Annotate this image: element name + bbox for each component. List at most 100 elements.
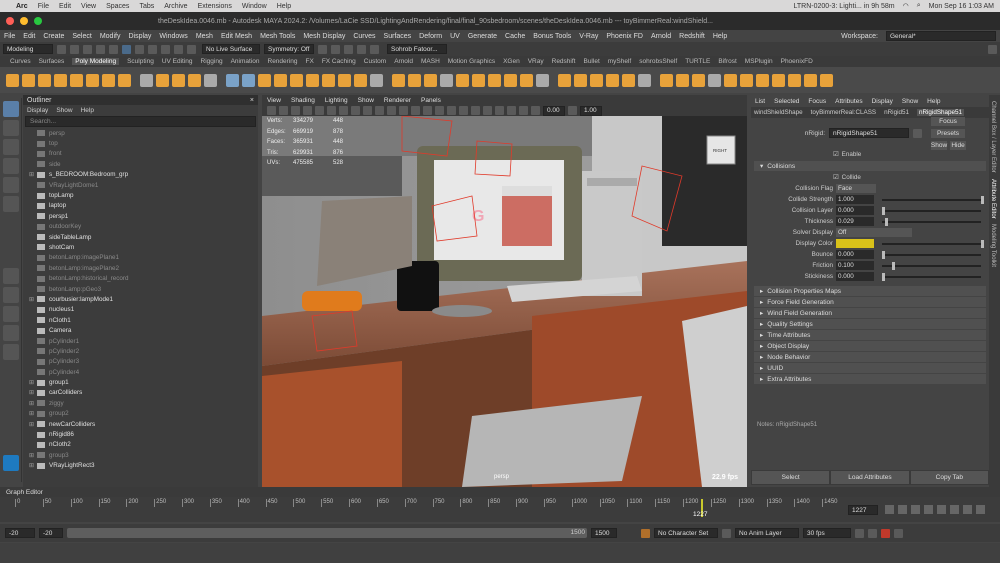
vp-menu-shading[interactable]: Shading [291, 97, 315, 104]
presets-button[interactable]: Presets [931, 128, 965, 138]
ae-menu-help[interactable]: Help [927, 98, 940, 105]
vp-menu-show[interactable]: Show [358, 97, 374, 104]
minimize-window-icon[interactable] [20, 17, 28, 25]
field-chart-icon[interactable] [363, 106, 372, 115]
xray-joints-icon[interactable] [507, 106, 516, 115]
ae-field-value[interactable]: 0.029 [836, 217, 874, 226]
outliner-item[interactable]: Camera [23, 325, 258, 335]
motion-blur-icon[interactable] [459, 106, 468, 115]
mac-menu-edit[interactable]: Edit [59, 3, 71, 10]
menu-vray[interactable]: V-Ray [579, 33, 598, 40]
ae-menu-display[interactable]: Display [872, 98, 893, 105]
menu-mesh[interactable]: Mesh [196, 33, 213, 40]
shelf-tool-icon[interactable] [6, 73, 19, 87]
sound-icon[interactable] [868, 528, 877, 538]
shelf-tab-msplugin[interactable]: MSPlugin [745, 58, 773, 65]
search-icon[interactable]: ⌕ [917, 2, 921, 10]
menu-mesh-display[interactable]: Mesh Display [303, 33, 345, 40]
shelf-tool-icon[interactable] [676, 73, 689, 87]
ambient-occlusion-icon[interactable] [447, 106, 456, 115]
outliner-search-input[interactable]: Search... [25, 116, 256, 127]
shelf-tool-icon[interactable] [408, 73, 421, 87]
move-tool-icon[interactable] [3, 158, 19, 174]
loop-icon[interactable] [855, 528, 864, 538]
shelf-tool-icon[interactable] [804, 73, 817, 87]
ae-tab-nrigid51[interactable]: nRigid51 [884, 109, 909, 116]
shelf-tool-icon[interactable] [226, 73, 239, 87]
shelf-tool-icon[interactable] [590, 73, 603, 87]
render-frame-icon[interactable] [331, 44, 340, 54]
select-tool-icon[interactable] [3, 101, 19, 117]
shelf-tool-icon[interactable] [172, 73, 185, 87]
outliner-menu-display[interactable]: Display [27, 107, 48, 114]
outliner-item[interactable]: betonLamp:imagePlane2 [23, 263, 258, 273]
shelf-tool-icon[interactable] [290, 73, 303, 87]
outliner-item[interactable]: topLamp [23, 190, 258, 200]
shelf-tool-icon[interactable] [488, 73, 501, 87]
menu-windows[interactable]: Windows [159, 33, 187, 40]
hypershade-icon[interactable] [370, 44, 379, 54]
expand-icon[interactable]: ⊞ [29, 462, 37, 469]
isolate-select-icon[interactable] [483, 106, 492, 115]
ae-field-value[interactable]: 1.000 [836, 195, 874, 204]
slider-knob[interactable] [981, 239, 984, 248]
shelf-tool-icon[interactable] [606, 73, 619, 87]
outliner-item[interactable]: outdoorKey [23, 222, 258, 232]
new-scene-icon[interactable] [57, 44, 66, 54]
rotate-tool-icon[interactable] [3, 177, 19, 193]
shelf-tab-mash[interactable]: MASH [421, 58, 440, 65]
ae-field-value[interactable]: Off [836, 228, 912, 237]
shelf-tool-icon[interactable] [70, 73, 83, 87]
ae-section[interactable]: ▸ Quality Settings [754, 319, 986, 329]
range-bar[interactable]: 1500 [67, 528, 587, 538]
safe-action-icon[interactable] [375, 106, 384, 115]
shelf-tool-icon[interactable] [440, 73, 453, 87]
show-button[interactable]: Show [931, 140, 947, 150]
shelf-tab-arnold[interactable]: Arnold [394, 58, 413, 65]
ae-field-slider[interactable] [882, 261, 981, 270]
shelf-tool-icon[interactable] [38, 73, 51, 87]
hide-button[interactable]: Hide [950, 140, 966, 150]
character-set-icon[interactable] [641, 528, 650, 538]
ae-section[interactable]: ▸ Wind Field Generation [754, 308, 986, 318]
slider-knob[interactable] [882, 206, 885, 215]
shelf-tab-turtle[interactable]: TURTLE [685, 58, 710, 65]
snap-point-icon[interactable] [161, 44, 170, 54]
close-icon[interactable]: × [250, 97, 254, 104]
time-slider[interactable]: 0 50 100 150 200 250 300 350 400 450 500 550 600 650 7… [0, 497, 1000, 522]
four-pane-icon[interactable] [3, 287, 19, 303]
ae-menu-attributes[interactable]: Attributes [835, 98, 862, 105]
shelf-tab-uv-editing[interactable]: UV Editing [162, 58, 193, 65]
shelf-tab-bullet[interactable]: Bullet [583, 58, 599, 65]
workspace-select[interactable]: General* [886, 31, 996, 41]
menu-help[interactable]: Help [713, 33, 727, 40]
outliner-item[interactable]: pCylinder3 [23, 357, 258, 367]
node-name-field[interactable]: nRigidShape51 [829, 128, 909, 138]
shelf-tab-custom[interactable]: Custom [364, 58, 386, 65]
close-window-icon[interactable] [6, 17, 14, 25]
film-gate-icon[interactable] [327, 106, 336, 115]
shelf-tool-icon[interactable] [54, 73, 67, 87]
shelf-tool-icon[interactable] [354, 73, 367, 87]
menu-create[interactable]: Create [43, 33, 64, 40]
magnet-icon[interactable] [187, 44, 196, 54]
shelf-tab-sculpting[interactable]: Sculpting [127, 58, 154, 65]
calendar-event-status[interactable]: LTRN-0200-3: Lighti... in 9h 58m [794, 3, 895, 10]
shelf-tool-icon[interactable] [536, 73, 549, 87]
display-color-swatch[interactable] [836, 239, 874, 248]
outliner-layout-icon[interactable] [3, 325, 19, 341]
expand-icon[interactable]: ⊞ [29, 421, 37, 428]
outliner-item[interactable]: VRayLightDome1 [23, 180, 258, 190]
outliner-item[interactable]: nucleus1 [23, 305, 258, 315]
ae-field-value[interactable]: 0.000 [836, 250, 874, 259]
ae-section[interactable]: ▸ Object Display [754, 341, 986, 351]
maximize-window-icon[interactable] [34, 17, 42, 25]
go-to-start-icon[interactable] [885, 505, 894, 514]
wireframe-icon[interactable] [387, 106, 396, 115]
outliner-item[interactable]: pCylinder2 [23, 346, 258, 356]
shelf-tool-icon[interactable] [258, 73, 271, 87]
outliner-item[interactable]: betonLamp:imagePlane1 [23, 253, 258, 263]
shelf-tool-icon[interactable] [756, 73, 769, 87]
shelf-tab-motion-graphics[interactable]: Motion Graphics [448, 58, 495, 65]
mac-menu-arc[interactable]: Arc [16, 3, 28, 10]
